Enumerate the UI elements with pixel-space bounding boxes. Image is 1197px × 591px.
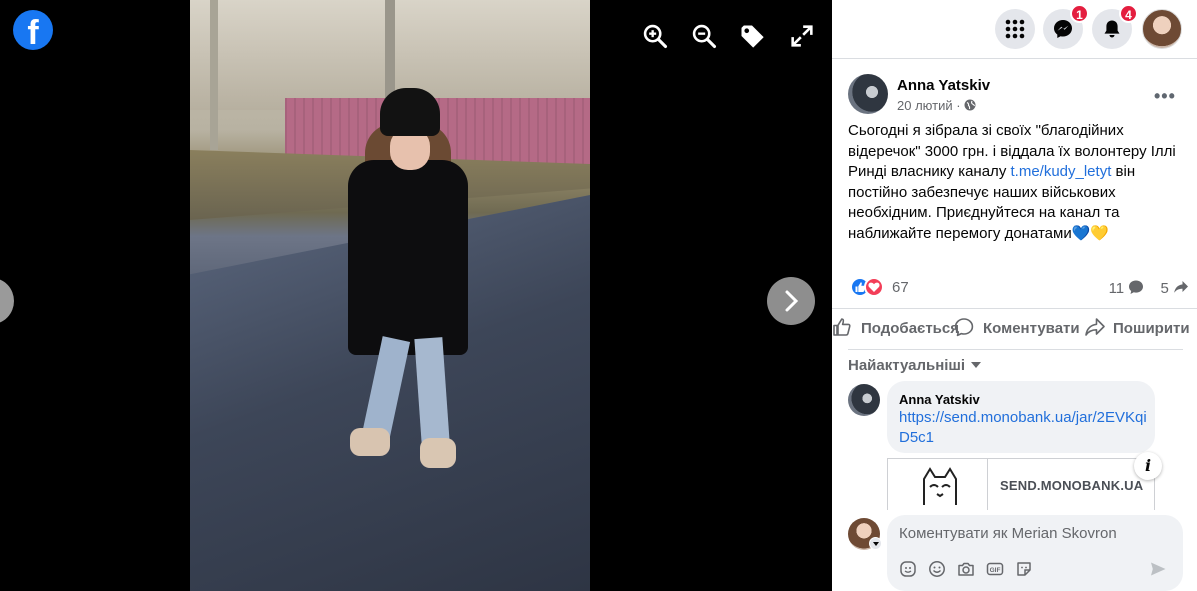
svg-text:GIF: GIF: [990, 567, 1001, 574]
engagement-counts: 11 5: [1105, 279, 1189, 297]
chevron-right-icon: [785, 290, 799, 312]
zoom-out-icon[interactable]: [690, 22, 718, 50]
camera-icon[interactable]: [957, 560, 975, 578]
comment-input[interactable]: Коментувати як Merian Skovron: [899, 525, 1117, 542]
logo-letter: f: [27, 14, 39, 50]
photo-viewer: f: [0, 0, 832, 591]
reaction-count: 67: [892, 279, 909, 296]
top-bar: 1 4: [832, 0, 1197, 58]
bell-icon: [1104, 20, 1120, 38]
thumbs-up-icon: [833, 318, 851, 336]
author-avatar[interactable]: [848, 74, 888, 114]
gif-icon[interactable]: GIF: [986, 560, 1004, 578]
facebook-logo-icon[interactable]: f: [13, 10, 53, 50]
send-icon[interactable]: [1149, 560, 1167, 583]
avatar-sticker-icon[interactable]: [899, 560, 917, 578]
post-date[interactable]: 20 лютий: [897, 98, 953, 113]
comment-bubble: Anna Yatskiv https://send.monobank.ua/ja…: [887, 381, 1155, 453]
menu-button[interactable]: [995, 9, 1035, 49]
post-link[interactable]: t.me/kudy_letyt: [1010, 163, 1111, 180]
grid-menu-icon: [1005, 19, 1025, 39]
messenger-badge: 1: [1070, 4, 1089, 23]
share-count-icon: [1174, 281, 1188, 293]
messenger-button[interactable]: 1: [1043, 4, 1089, 49]
author-name[interactable]: Anna Yatskiv: [897, 77, 990, 94]
comment-composer[interactable]: Коментувати як Merian Skovron GIF: [887, 515, 1183, 591]
post-panel: 1 4 Anna Yatskiv 20 лютий · ••• Сьогодні…: [832, 0, 1197, 591]
share-count[interactable]: 5: [1160, 280, 1168, 297]
fullscreen-icon[interactable]: [788, 22, 816, 50]
account-avatar[interactable]: [1142, 9, 1182, 49]
info-icon[interactable]: i: [1134, 452, 1162, 480]
meta-separator: ·: [956, 98, 961, 113]
post-actions: Подобається Коментувати Поширити: [832, 309, 1197, 349]
comment-link[interactable]: https://send.monobank.ua/jar/2EVKqiD5c1: [899, 408, 1149, 448]
link-preview-card[interactable]: SEND.MONOBANK.UA: [887, 458, 1155, 510]
next-photo-button[interactable]: [767, 277, 815, 325]
comment-icon: [954, 318, 974, 337]
comment-sort-dropdown[interactable]: Найактуальніші: [848, 357, 982, 374]
sticker-icon[interactable]: [1015, 560, 1033, 578]
post-photo: [190, 0, 590, 591]
composer-account-caret-icon[interactable]: [869, 537, 882, 550]
post-text: Сьогодні я зібрала зі своїх "благодійних…: [848, 122, 1176, 242]
comment-author-avatar[interactable]: [848, 384, 880, 416]
post-meta: 20 лютий ·: [897, 98, 976, 113]
tag-icon[interactable]: [738, 22, 766, 50]
cat-illustration-icon: [923, 467, 957, 505]
notifications-badge: 4: [1119, 4, 1138, 23]
notifications-button[interactable]: 4: [1092, 4, 1138, 49]
share-icon: [1085, 318, 1105, 336]
caret-down-icon: [971, 362, 982, 368]
comment-author-name[interactable]: Anna Yatskiv: [899, 392, 980, 407]
comment-count-icon: [1129, 280, 1144, 294]
previous-photo-button[interactable]: [0, 278, 14, 324]
emoji-icon[interactable]: [928, 560, 946, 578]
zoom-in-icon[interactable]: [641, 22, 669, 50]
photo-person: [340, 88, 470, 488]
love-reaction-icon: [864, 277, 884, 297]
link-preview-image: [888, 459, 988, 510]
post-options-icon[interactable]: •••: [1154, 86, 1176, 107]
comment-count[interactable]: 11: [1109, 280, 1125, 297]
messenger-icon: [1054, 20, 1072, 38]
globe-icon: [964, 99, 976, 111]
link-preview-domain: SEND.MONOBANK.UA: [1000, 478, 1144, 493]
